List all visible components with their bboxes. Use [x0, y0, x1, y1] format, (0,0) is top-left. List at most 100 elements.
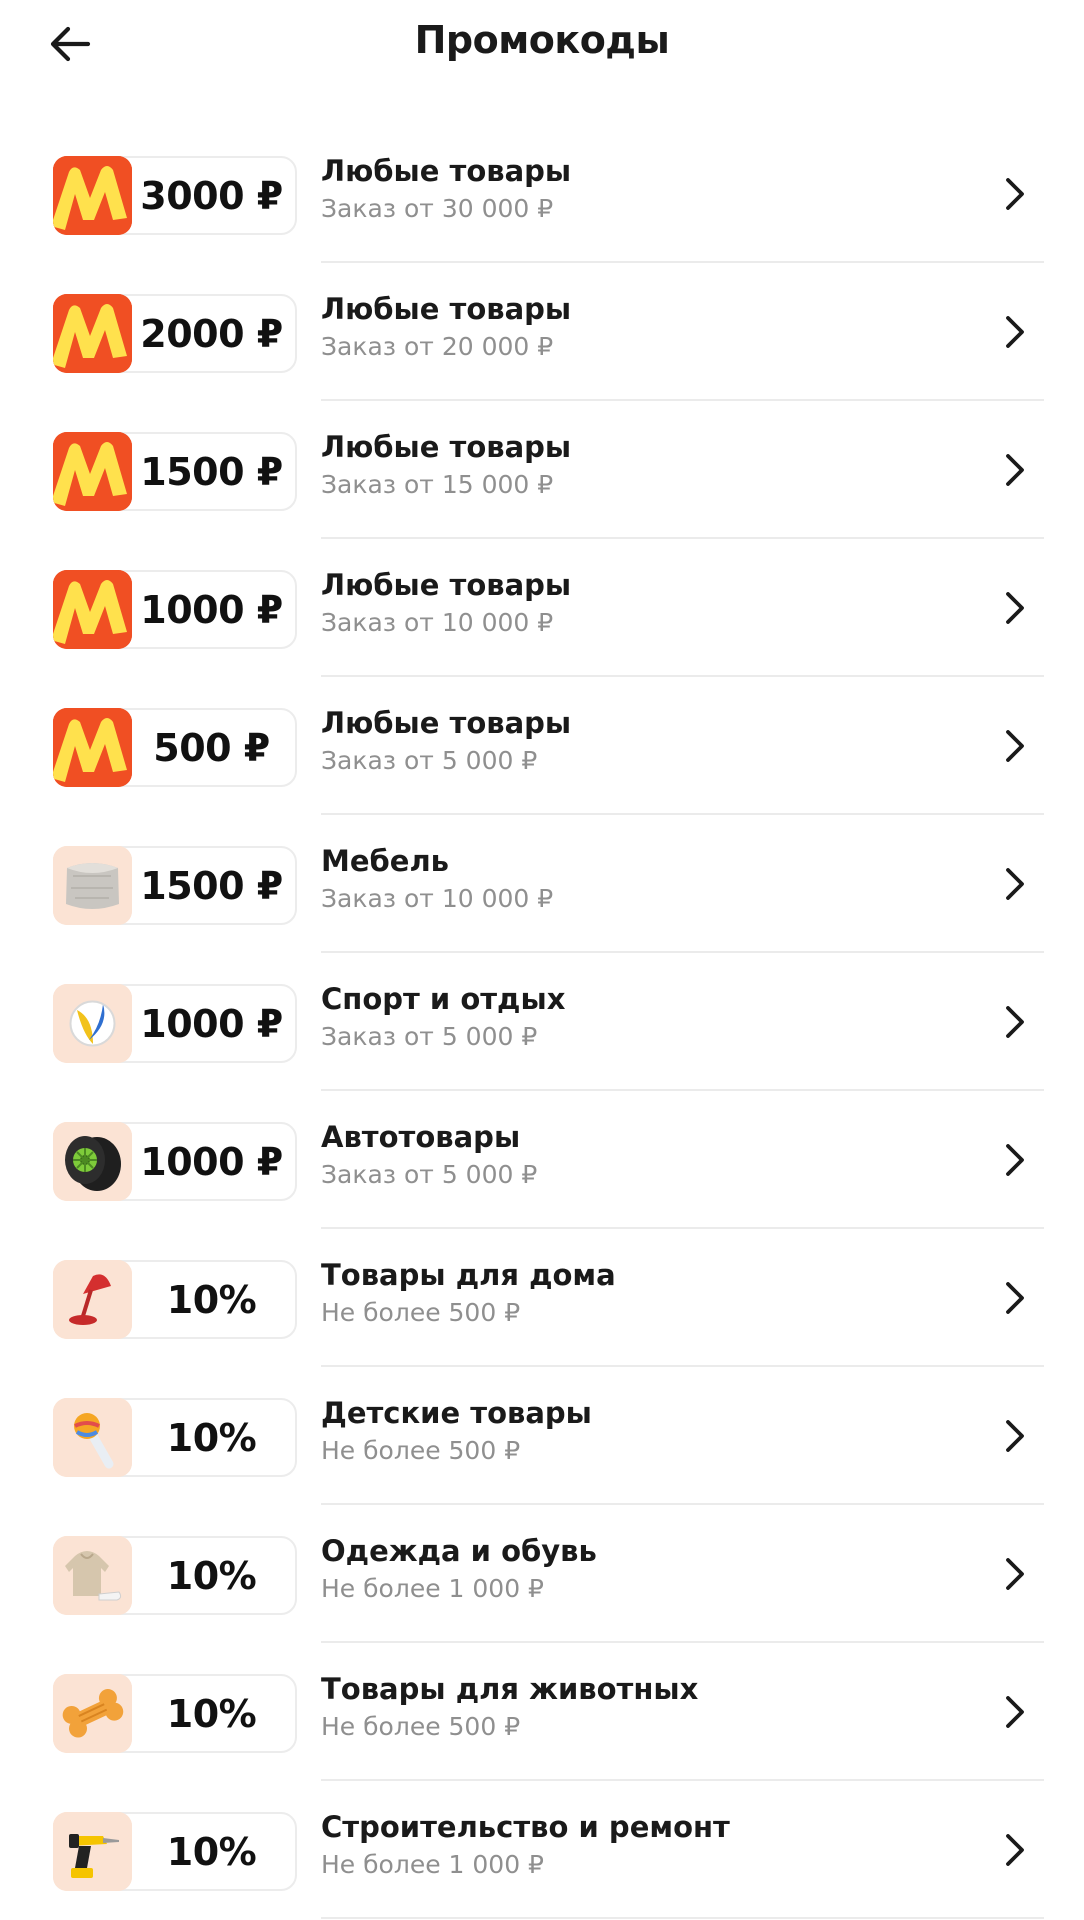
- promo-amount: 1000 ₽: [140, 1139, 283, 1184]
- market-logo-icon: [53, 570, 132, 649]
- promo-amount: 2000 ₽: [140, 311, 283, 356]
- promo-condition: Заказ от 5 000 ₽: [321, 1022, 538, 1051]
- row-chevron: [1000, 590, 1030, 626]
- promo-texts: Любые товары Заказ от 10 000 ₽: [321, 567, 571, 641]
- promo-texts: Любые товары Заказ от 20 000 ₽: [321, 291, 571, 365]
- promo-condition: Не более 500 ₽: [321, 1436, 521, 1465]
- chevron-right-icon: [1006, 454, 1024, 486]
- promo-amount: 10%: [166, 1553, 257, 1598]
- chevron-right-icon: [1006, 1696, 1024, 1728]
- row-chevron: [1000, 866, 1030, 902]
- promo-row[interactable]: 10% Товары для дома Не более 500 ₽: [0, 1229, 1084, 1367]
- promo-title: Автотовары: [321, 1120, 521, 1154]
- row-chevron: [1000, 176, 1030, 212]
- chevron-right-icon: [1006, 1834, 1024, 1866]
- row-chevron: [1000, 452, 1030, 488]
- row-chevron: [1000, 728, 1030, 764]
- pouf-icon: [53, 846, 132, 925]
- promo-row[interactable]: 1500 ₽ Любые товары Заказ от 15 000 ₽: [0, 401, 1084, 539]
- promo-title: Любые товары: [321, 292, 572, 326]
- promo-row[interactable]: 3000 ₽ Любые товары Заказ от 30 000 ₽: [0, 125, 1084, 263]
- promo-row[interactable]: 10% Одежда и обувь Не более 1 000 ₽: [0, 1505, 1084, 1643]
- promo-title: Любые товары: [321, 430, 572, 464]
- chevron-right-icon: [1006, 1144, 1024, 1176]
- promo-texts: Любые товары Заказ от 30 000 ₽: [321, 153, 571, 227]
- promo-row[interactable]: 10% Строительство и ремонт Не более 1 000 …: [0, 1781, 1084, 1919]
- promo-title: Мебель: [321, 844, 450, 878]
- promo-condition: Заказ от 10 000 ₽: [321, 884, 554, 913]
- promo-amount: 500 ₽: [153, 725, 270, 770]
- promo-title: Товары для дома: [321, 1258, 616, 1292]
- promo-title: Одежда и обувь: [321, 1534, 597, 1568]
- chevron-right-icon: [1006, 730, 1024, 762]
- promo-badge: 10%: [53, 1536, 297, 1615]
- chevron-right-icon: [1006, 178, 1024, 210]
- row-chevron: [1000, 1280, 1030, 1316]
- promo-condition: Заказ от 15 000 ₽: [321, 470, 554, 499]
- promo-title: Товары для животных: [321, 1672, 699, 1706]
- promo-title: Любые товары: [321, 154, 572, 188]
- chevron-right-icon: [1006, 1420, 1024, 1452]
- promo-row[interactable]: 1000 ₽ Любые товары Заказ от 10 000 ₽: [0, 539, 1084, 677]
- divider: [321, 1917, 1044, 1919]
- promo-badge: 10%: [53, 1812, 297, 1891]
- promo-condition: Заказ от 20 000 ₽: [321, 332, 554, 361]
- promo-badge: 10%: [53, 1260, 297, 1339]
- promo-title: Детские товары: [321, 1396, 592, 1430]
- promo-texts: Строительство и ремонт Не более 1 000 ₽: [321, 1809, 730, 1883]
- promo-condition: Заказ от 30 000 ₽: [321, 194, 554, 223]
- drill-icon: [53, 1812, 132, 1891]
- row-chevron: [1000, 1142, 1030, 1178]
- promo-badge: 1000 ₽: [53, 984, 297, 1063]
- chevron-right-icon: [1006, 316, 1024, 348]
- chevron-right-icon: [1006, 592, 1024, 624]
- promo-texts: Автотовары Заказ от 5 000 ₽: [321, 1119, 537, 1193]
- promo-condition: Заказ от 5 000 ₽: [321, 1160, 538, 1189]
- promo-condition: Не более 500 ₽: [321, 1712, 521, 1741]
- promo-title: Спорт и отдых: [321, 982, 566, 1016]
- promo-row[interactable]: 1000 ₽ Спорт и отдых Заказ от 5 000 ₽: [0, 953, 1084, 1091]
- promo-amount: 10%: [166, 1829, 257, 1874]
- promo-texts: Товары для животных Не более 500 ₽: [321, 1671, 698, 1745]
- row-chevron: [1000, 1418, 1030, 1454]
- dog-bone-toy-icon: [53, 1674, 132, 1753]
- promo-row[interactable]: 2000 ₽ Любые товары Заказ от 20 000 ₽: [0, 263, 1084, 401]
- promo-amount: 1500 ₽: [140, 449, 283, 494]
- promo-texts: Товары для дома Не более 500 ₽: [321, 1257, 616, 1331]
- promo-condition: Заказ от 10 000 ₽: [321, 608, 554, 637]
- promo-badge: 3000 ₽: [53, 156, 297, 235]
- promo-badge: 500 ₽: [53, 708, 297, 787]
- promo-texts: Любые товары Заказ от 5 000 ₽: [321, 705, 571, 779]
- baby-rattle-icon: [53, 1398, 132, 1477]
- promo-badge: 1500 ₽: [53, 432, 297, 511]
- chevron-right-icon: [1006, 1282, 1024, 1314]
- promo-row[interactable]: 500 ₽ Любые товары Заказ от 5 000 ₽: [0, 677, 1084, 815]
- promo-title: Любые товары: [321, 706, 572, 740]
- promo-title: Любые товары: [321, 568, 572, 602]
- row-chevron: [1000, 1004, 1030, 1040]
- promo-row[interactable]: 10% Товары для животных Не более 500 ₽: [0, 1643, 1084, 1781]
- hoodie-sneakers-icon: [53, 1536, 132, 1615]
- row-chevron: [1000, 1556, 1030, 1592]
- promo-row[interactable]: 10% Детские товары Не более 500 ₽: [0, 1367, 1084, 1505]
- promo-row[interactable]: 1500 ₽ Мебель Заказ от 10 000 ₽: [0, 815, 1084, 953]
- market-logo-icon: [53, 156, 132, 235]
- chevron-right-icon: [1006, 1006, 1024, 1038]
- promo-condition: Не более 1 000 ₽: [321, 1850, 544, 1879]
- promo-amount: 10%: [166, 1277, 257, 1322]
- promo-row[interactable]: 1000 ₽ Автотовары Заказ от 5 000 ₽: [0, 1091, 1084, 1229]
- promo-badge: 1000 ₽: [53, 1122, 297, 1201]
- promo-texts: Любые товары Заказ от 15 000 ₽: [321, 429, 571, 503]
- promo-badge: 10%: [53, 1398, 297, 1477]
- promo-amount: 3000 ₽: [140, 173, 283, 218]
- promo-texts: Детские товары Не более 500 ₽: [321, 1395, 592, 1469]
- market-logo-icon: [53, 708, 132, 787]
- promo-badge: 1500 ₽: [53, 846, 297, 925]
- chevron-right-icon: [1006, 1558, 1024, 1590]
- promo-condition: Заказ от 5 000 ₽: [321, 746, 538, 775]
- volleyball-icon: [53, 984, 132, 1063]
- promo-texts: Одежда и обувь Не более 1 000 ₽: [321, 1533, 597, 1607]
- row-chevron: [1000, 1694, 1030, 1730]
- row-chevron: [1000, 314, 1030, 350]
- promo-amount: 1500 ₽: [140, 863, 283, 908]
